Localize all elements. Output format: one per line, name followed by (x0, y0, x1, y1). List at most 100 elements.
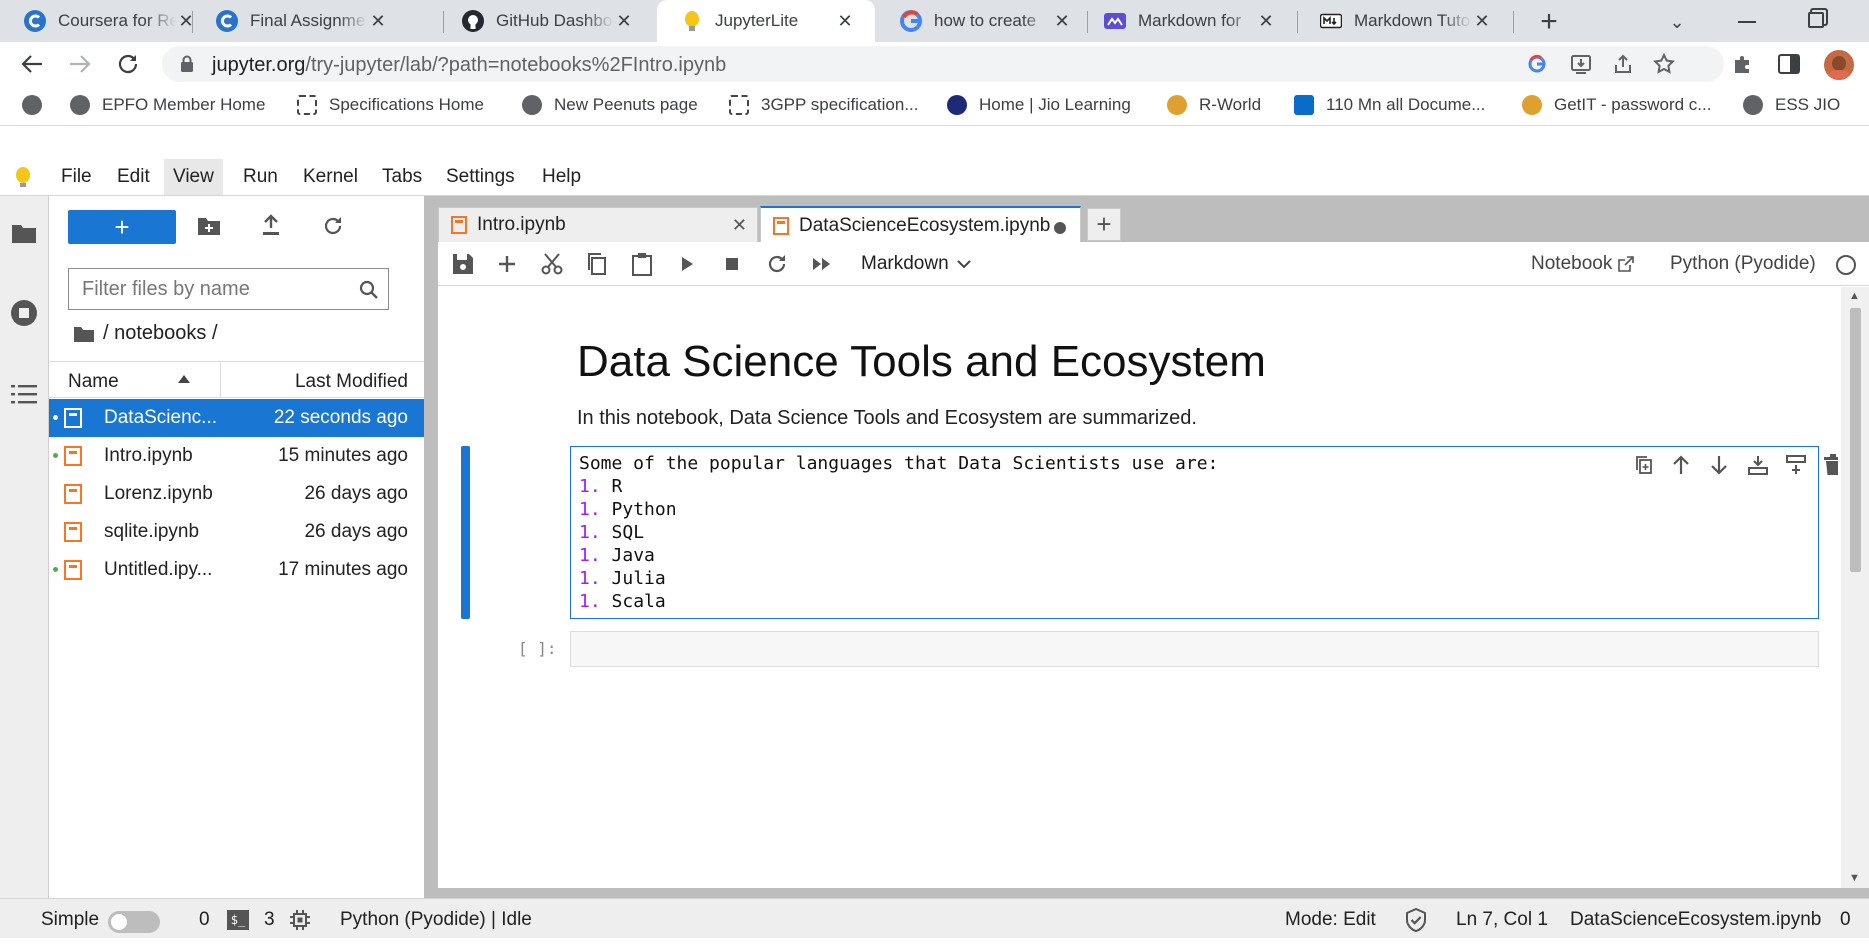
browser-tab[interactable]: GitHub Dashbo ✕ (438, 0, 654, 42)
notification-count[interactable]: 0 (1840, 909, 1851, 931)
unsaved-dot-icon[interactable] (1054, 222, 1066, 234)
simple-mode-toggle[interactable] (108, 911, 160, 933)
browser-tab[interactable]: how to create ✕ (876, 0, 1092, 42)
scrollbar-thumb[interactable] (1850, 308, 1861, 572)
vertical-scrollbar[interactable]: ▲ ▼ (1841, 287, 1869, 888)
menu-tabs[interactable]: Tabs (373, 159, 431, 195)
google-lens-icon[interactable] (1527, 54, 1547, 74)
scroll-up-arrow-icon[interactable]: ▲ (1849, 290, 1860, 302)
move-up-icon[interactable] (1671, 454, 1691, 476)
menu-edit[interactable]: Edit (108, 159, 159, 195)
bookmark-item[interactable]: ESS JIO (1743, 95, 1840, 115)
menu-file[interactable]: File (52, 159, 101, 195)
back-arrow-icon[interactable] (20, 53, 44, 75)
run-all-icon[interactable] (809, 251, 835, 277)
menu-settings[interactable]: Settings (437, 159, 524, 195)
bookmark-item[interactable]: Home | Jio Learning (947, 95, 1131, 115)
install-app-icon[interactable] (1570, 53, 1592, 75)
terminal-icon[interactable]: $_ (227, 910, 249, 930)
file-row[interactable]: Lorenz.ipynb 26 days ago (49, 475, 424, 513)
file-row[interactable]: sqlite.ipynb 26 days ago (49, 513, 424, 551)
kernel-name[interactable]: Python (Pyodide) (1670, 253, 1816, 275)
breadcrumb-path[interactable]: / notebooks / (103, 322, 218, 345)
column-last-modified-header[interactable]: Last Modified (295, 371, 408, 393)
reload-icon[interactable] (116, 52, 140, 76)
close-tab-icon[interactable]: ✕ (368, 11, 388, 31)
browser-tab[interactable]: Coursera for Re ✕ (0, 0, 216, 42)
insert-cell-below-icon[interactable] (1785, 454, 1807, 476)
kernel-chip-icon[interactable] (289, 909, 311, 931)
duplicate-cell-icon[interactable] (1634, 455, 1654, 475)
running-sessions-icon[interactable] (10, 299, 38, 327)
stop-kernel-icon[interactable] (719, 251, 745, 277)
copy-icon[interactable] (584, 251, 610, 277)
profile-avatar[interactable] (1824, 50, 1854, 80)
terminal-count[interactable]: 0 (199, 909, 210, 931)
close-tab-icon[interactable]: ✕ (1472, 11, 1492, 31)
cell-type-dropdown[interactable]: Markdown (861, 253, 971, 275)
close-tab-icon[interactable]: ✕ (614, 11, 634, 31)
restore-icon[interactable] (1808, 12, 1824, 28)
file-row[interactable]: DataScienc... 22 seconds ago (49, 399, 424, 437)
lock-icon[interactable] (180, 55, 194, 73)
new-launcher-button[interactable]: + (68, 210, 176, 244)
scroll-down-arrow-icon[interactable]: ▼ (1849, 872, 1860, 884)
forward-arrow-icon[interactable] (68, 53, 92, 75)
share-icon[interactable] (1612, 53, 1634, 75)
new-tab-plus-icon[interactable]: + (1087, 208, 1121, 241)
close-tab-icon[interactable]: ✕ (1256, 11, 1276, 31)
browser-tab-active[interactable]: JupyterLite ✕ (657, 0, 875, 42)
address-bar[interactable]: jupyter.org/try-jupyter/lab/?path=notebo… (162, 46, 1724, 82)
insert-cell-above-icon[interactable] (1747, 454, 1769, 476)
paste-icon[interactable] (629, 251, 655, 277)
side-panel-icon[interactable] (1778, 54, 1800, 74)
kernel-status-text[interactable]: Python (Pyodide) | Idle (340, 909, 532, 931)
close-tab-icon[interactable]: ✕ (835, 11, 855, 31)
sort-ascending-icon[interactable] (178, 375, 190, 383)
tab-search-chevron-icon[interactable]: ⌄ (1665, 10, 1689, 34)
tab-intro-ipynb[interactable]: Intro.ipynb ✕ (438, 207, 758, 242)
browser-tab[interactable]: Markdown for ✕ (1080, 0, 1296, 42)
cell-collapser[interactable] (461, 446, 470, 619)
table-of-contents-icon[interactable] (10, 383, 38, 405)
save-icon[interactable] (450, 251, 476, 277)
bookmark-item[interactable]: 3GPP specification... (729, 95, 919, 115)
tab-datascienceecosystem-ipynb[interactable]: DataScienceEcosystem.ipynb (760, 206, 1081, 243)
refresh-icon[interactable] (322, 215, 344, 237)
open-in-notebook-button[interactable]: Notebook (1531, 253, 1635, 275)
bookmark-item[interactable] (22, 95, 54, 115)
menu-view[interactable]: View (164, 159, 223, 195)
delete-cell-icon[interactable] (1823, 454, 1838, 476)
bookmark-item[interactable]: 110 Mn all Docume... (1294, 95, 1485, 115)
browser-tab[interactable]: Final Assignme ✕ (192, 0, 408, 42)
bookmark-star-icon[interactable] (1652, 52, 1676, 76)
folder-icon[interactable] (73, 325, 95, 343)
menu-kernel[interactable]: Kernel (294, 159, 367, 195)
new-tab-icon[interactable]: + (1535, 5, 1563, 38)
new-folder-icon[interactable] (197, 216, 221, 236)
menu-help[interactable]: Help (533, 159, 590, 195)
move-down-icon[interactable] (1709, 454, 1729, 476)
upload-icon[interactable] (261, 214, 281, 236)
filter-files-input[interactable] (69, 269, 339, 309)
file-row[interactable]: Intro.ipynb 15 minutes ago (49, 437, 424, 475)
panel-splitter[interactable] (424, 196, 435, 898)
column-name-header[interactable]: Name (68, 371, 119, 393)
file-row[interactable]: Untitled.ipy... 17 minutes ago (49, 551, 424, 589)
close-tab-icon[interactable]: ✕ (1052, 11, 1072, 31)
folder-icon[interactable] (11, 222, 37, 244)
kernel-count[interactable]: 3 (264, 909, 275, 931)
markdown-cell-editor[interactable]: Some of the popular languages that Data … (570, 446, 1838, 619)
cursor-position[interactable]: Ln 7, Col 1 (1456, 909, 1548, 931)
menu-run[interactable]: Run (234, 159, 287, 195)
cut-icon[interactable] (539, 251, 565, 277)
trusted-shield-icon[interactable] (1405, 908, 1427, 932)
run-cell-icon[interactable] (674, 251, 700, 277)
restart-kernel-icon[interactable] (764, 251, 790, 277)
url-text[interactable]: jupyter.org/try-jupyter/lab/?path=notebo… (212, 54, 726, 77)
insert-cell-icon[interactable] (494, 251, 520, 277)
bookmark-item[interactable]: Specifications Home (297, 95, 484, 115)
bookmark-item[interactable]: EPFO Member Home (70, 95, 265, 115)
extensions-puzzle-icon[interactable] (1732, 53, 1754, 75)
bookmark-item[interactable]: R-World (1167, 95, 1261, 115)
